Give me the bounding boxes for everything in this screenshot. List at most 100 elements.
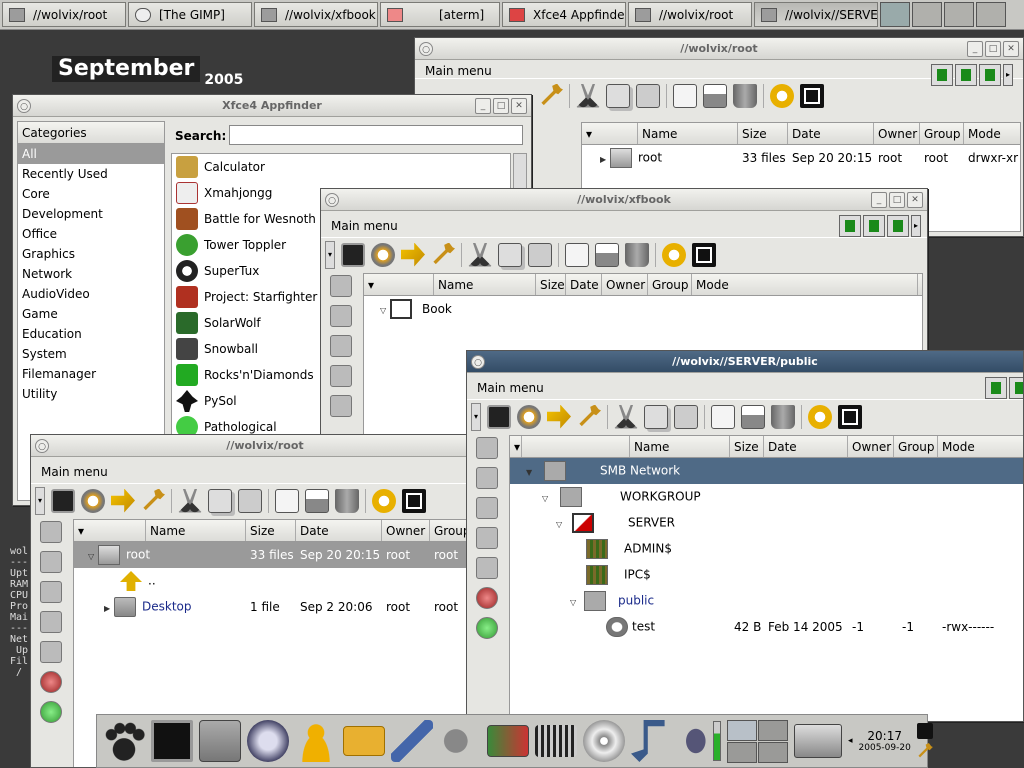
pager-workspace-4[interactable] [976,2,1006,27]
more-arrow-icon[interactable]: ▸ [911,215,921,237]
main-menu[interactable]: Main menu [467,377,1023,399]
properties-icon[interactable] [673,83,697,108]
expander-icon[interactable]: ▼ [526,468,536,477]
copy-icon[interactable] [644,404,668,429]
record-icon[interactable] [476,587,498,609]
go-arrow-icon[interactable] [111,488,135,513]
trash-icon[interactable] [625,242,649,267]
gear-icon[interactable] [81,488,105,513]
refresh-icon[interactable] [662,242,686,267]
table-row[interactable]: ▶ root 33 files Sep 20 20:15 root root dr… [582,145,1020,171]
categories-header[interactable]: Categories [18,122,164,144]
gear-icon[interactable] [517,404,541,429]
wrench-icon[interactable] [541,83,563,106]
task-button-root-2[interactable]: //wolvix/root [628,2,752,27]
volume-slider[interactable] [713,721,721,761]
pager-workspace-2[interactable] [912,2,942,27]
record-icon[interactable] [40,671,62,693]
category-item[interactable]: All [18,144,164,164]
refresh-icon[interactable] [770,83,794,108]
pause-icon[interactable] [1009,377,1023,399]
xfce-menu-icon[interactable] [103,720,145,762]
printer-icon[interactable] [330,275,352,297]
expander-icon[interactable]: ▽ [570,598,580,607]
task-button-root[interactable]: //wolvix/root [2,2,126,27]
task-button-gimp[interactable]: [The GIMP] [128,2,252,27]
print-icon[interactable] [305,488,329,513]
main-menu[interactable]: Main menu [321,215,927,237]
table-row[interactable]: ▽ SERVER [510,510,1023,536]
task-button-smb[interactable]: //wolvix//SERVER/p [754,2,878,27]
minimize-button[interactable]: _ [871,191,887,208]
print-icon[interactable] [595,242,619,267]
pause-icon[interactable] [955,64,977,86]
copy-icon[interactable] [498,242,522,267]
search-input[interactable] [229,125,523,145]
pause-icon[interactable] [863,215,885,237]
terminal-icon[interactable] [341,242,365,267]
hand-icon[interactable] [476,527,498,549]
list-item[interactable]: Calculator [172,154,510,180]
minimize-button[interactable]: _ [475,97,491,114]
printer-icon[interactable] [476,437,498,459]
expander-icon[interactable]: ▶ [600,155,610,164]
paste-icon[interactable] [636,83,660,108]
expander-icon[interactable]: ▽ [380,306,390,315]
category-item[interactable]: Office [18,224,164,244]
category-item[interactable]: Utility [18,384,164,404]
properties-icon[interactable] [711,404,735,429]
table-row[interactable]: test 42 B Feb 14 2005 -1 -1 -rwx------ [510,614,1023,640]
cut-icon[interactable] [468,242,492,267]
terminal-launcher-icon[interactable] [151,720,193,762]
speaker-icon[interactable] [679,720,707,762]
wrench-icon[interactable] [143,488,165,511]
main-menu[interactable]: Main menu [31,461,499,483]
pager-workspace-3[interactable] [944,2,974,27]
wrench-icon[interactable] [433,242,455,265]
dropdown-arrow-icon[interactable]: ▾ [35,486,45,515]
file-manager-launcher-icon[interactable] [199,720,241,762]
go-arrow-icon[interactable] [547,404,571,429]
category-item[interactable]: Network [18,264,164,284]
category-item[interactable]: Graphics [18,244,164,264]
window-menu-button[interactable]: ○ [17,98,31,113]
power-icon[interactable] [838,404,862,429]
pager-workspace-1[interactable] [727,719,757,741]
pager-workspace-3[interactable] [727,741,757,763]
pager-workspace-1[interactable] [880,2,910,27]
save-icon[interactable] [330,395,352,417]
copy-icon[interactable] [476,467,498,489]
image-viewer-launcher-icon[interactable] [487,725,529,757]
copy-icon[interactable] [40,551,62,573]
user-launcher-icon[interactable] [295,720,337,762]
dropdown-arrow-icon[interactable]: ▾ [325,240,335,269]
category-item[interactable]: Core [18,184,164,204]
task-button-aterm[interactable]: [aterm] [380,2,500,27]
wrench-icon[interactable] [918,743,933,758]
copy-icon[interactable] [606,83,630,108]
go-icon[interactable] [476,617,498,639]
table-row[interactable]: ADMIN$ [510,536,1023,562]
maximize-button[interactable]: □ [985,40,1001,57]
go-arrow-icon[interactable] [401,242,425,267]
print-icon[interactable] [741,404,765,429]
music-launcher-icon[interactable] [631,720,665,762]
power-icon[interactable] [402,488,426,513]
hand-icon[interactable] [330,365,352,387]
table-row[interactable]: ▶ Desktop 1 file Sep 2 20:06 root root [74,594,499,620]
expander-icon[interactable]: ▽ [556,520,566,529]
cut-icon[interactable] [614,404,638,429]
table-row[interactable]: IPC$ [510,562,1023,588]
window-menu-button[interactable]: ○ [325,192,339,207]
paint-icon[interactable] [40,581,62,603]
close-button[interactable]: ✕ [511,97,527,114]
play-icon[interactable] [931,64,953,86]
expander-icon[interactable]: ▶ [104,604,114,613]
rewind-icon[interactable] [887,215,909,237]
cut-icon[interactable] [178,488,202,513]
category-item[interactable]: Recently Used [18,164,164,184]
terminal-icon[interactable] [51,488,75,513]
table-row[interactable]: ▽ public [510,588,1023,614]
expander-icon[interactable]: ▽ [542,494,552,503]
paint-icon[interactable] [330,335,352,357]
